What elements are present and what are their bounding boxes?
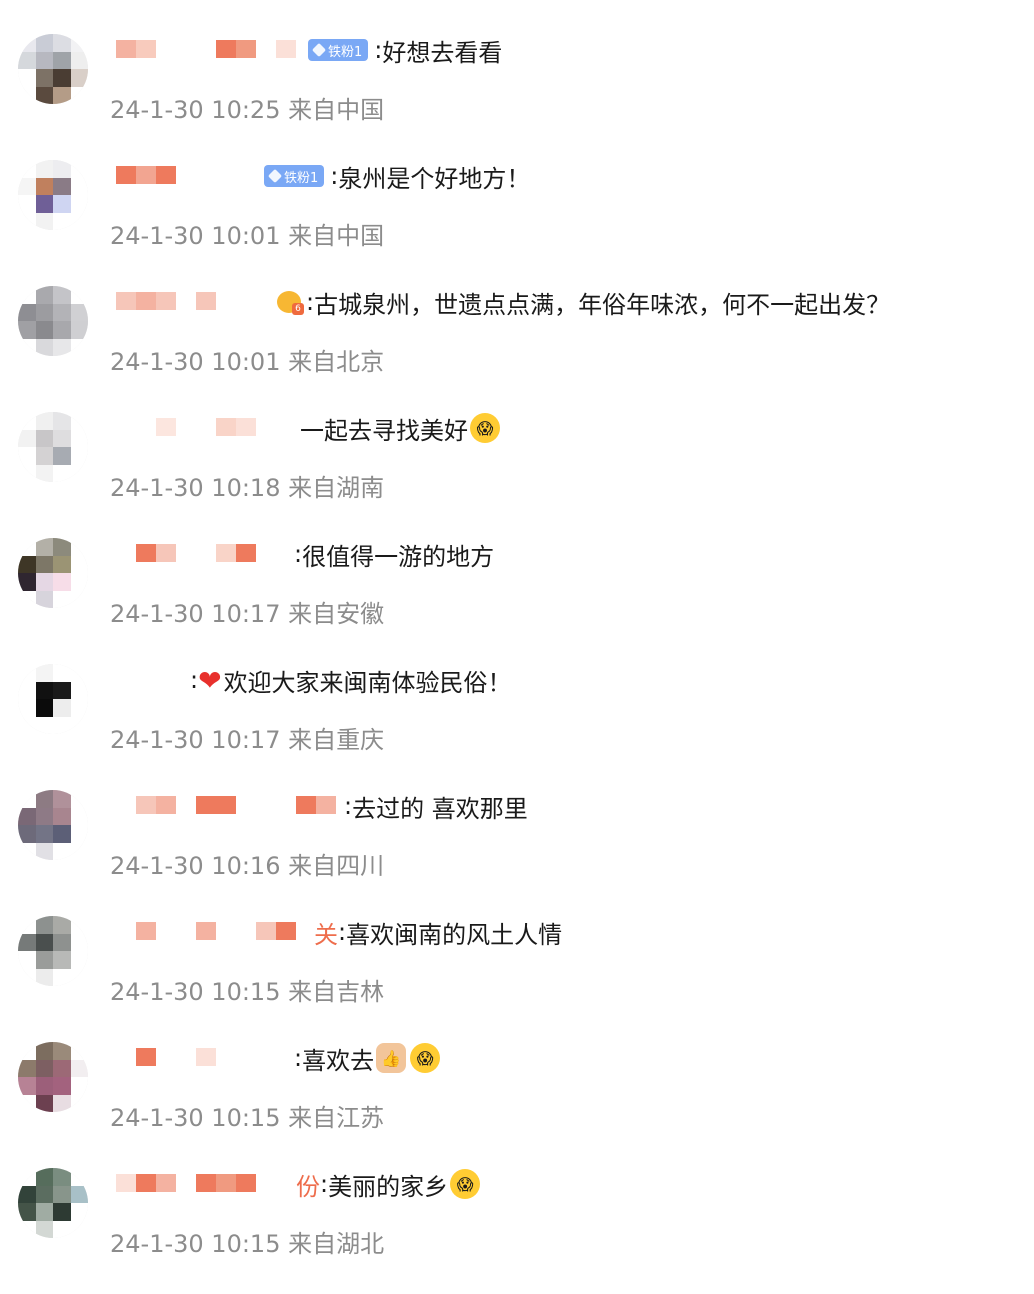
comment-line: 关 : 喜欢闽南的风土人情 [314,915,563,950]
comment-text: 好想去看看 [382,38,503,67]
comment-line: 一起去寻找美好 😱 [300,413,500,445]
comment-item: 6 : 古城泉州，世遗点点满，年俗年味浓，何不一起出发？ 24-1-30 10:0… [0,286,1034,412]
timestamp: 24-1-30 10:01 [110,348,281,376]
comment-meta: 24-1-30 10:15 来自江苏 [110,1098,384,1133]
location: 来自安徽 [288,600,385,628]
comment-item: : 喜欢去 👍 😱 24-1-30 10:15 来自江苏 [0,1042,1034,1168]
timestamp: 24-1-30 10:17 [110,726,281,754]
comment-line: 铁粉1 : 泉州是个好地方！ [264,161,531,193]
comment-text: 喜欢闽南的风土人情 [346,920,563,949]
username-mosaic[interactable] [116,1168,256,1192]
avatar[interactable] [18,790,88,860]
crown-badge-icon: 6 [276,289,304,315]
timestamp: 24-1-30 10:15 [110,1230,281,1258]
location: 来自江苏 [288,1104,385,1132]
timestamp: 24-1-30 10:15 [110,1104,281,1132]
comment-meta: 24-1-30 10:01 来自北京 [110,342,384,377]
comment-line: : 喜欢去 👍 😱 [294,1043,441,1075]
scream-face-icon: 😱 [450,1169,481,1199]
timestamp: 24-1-30 10:01 [110,222,281,250]
location: 来自吉林 [288,978,385,1006]
comment-line: : 去过的 喜欢那里 [344,791,528,823]
comment-item: : ❤ 欢迎大家来闽南体验民俗！ 24-1-30 10:17 来自重庆 [0,664,1034,790]
avatar[interactable] [18,286,88,356]
avatar[interactable] [18,1042,88,1112]
comment-meta: 24-1-30 10:17 来自安徽 [110,594,384,629]
username-mosaic[interactable] [116,538,256,562]
comment-meta: 24-1-30 10:25 来自中国 [110,90,384,125]
comment-text: 去过的 喜欢那里 [352,794,528,823]
avatar[interactable] [18,664,88,734]
username-mosaic[interactable] [116,412,256,436]
comment-line: 铁粉1 : 好想去看看 [308,35,503,67]
avatar[interactable] [18,1168,88,1238]
comment-line: : 很值得一游的地方 [294,539,495,571]
location: 来自重庆 [288,726,385,754]
comment-meta: 24-1-30 10:18 来自湖南 [110,468,384,503]
comment-text: 很值得一游的地方 [302,542,495,571]
timestamp: 24-1-30 10:15 [110,978,281,1006]
comment-text: 喜欢去 [302,1046,375,1075]
comment-item: : 去过的 喜欢那里 24-1-30 10:16 来自四川 [0,790,1034,916]
avatar[interactable] [18,160,88,230]
comment-meta: 24-1-30 10:15 来自吉林 [110,972,384,1007]
comment-item: 铁粉1 : 泉州是个好地方！ 24-1-30 10:01 来自中国 [0,160,1034,286]
timestamp: 24-1-30 10:25 [110,96,281,124]
comment-item: : 很值得一游的地方 24-1-30 10:17 来自安徽 [0,538,1034,664]
comment-item: 铁粉1 : 好想去看看 24-1-30 10:25 来自中国 [0,34,1034,160]
avatar[interactable] [18,412,88,482]
avatar[interactable] [18,916,88,986]
avatar[interactable] [18,34,88,104]
comment-item: 份 : 美丽的家乡 😱 24-1-30 10:15 来自湖北 [0,1168,1034,1294]
username-mosaic[interactable] [116,790,336,814]
location: 来自湖北 [288,1230,385,1258]
diamond-icon [311,42,327,58]
username-mosaic[interactable] [116,34,296,58]
timestamp: 24-1-30 10:18 [110,474,281,502]
location: 来自湖南 [288,474,385,502]
username-mosaic[interactable] [116,286,216,310]
username-tail[interactable]: 关 [314,915,338,950]
comment-meta: 24-1-30 10:15 来自湖北 [110,1224,384,1259]
comment-meta: 24-1-30 10:01 来自中国 [110,216,384,251]
diamond-icon [267,168,283,184]
location: 来自北京 [288,348,385,376]
location: 来自四川 [288,852,385,880]
username-mosaic[interactable] [116,1042,216,1066]
comment-item: 一起去寻找美好 😱 24-1-30 10:18 来自湖南 [0,412,1034,538]
comment-line: : ❤ 欢迎大家来闽南体验民俗！ [190,663,512,697]
comment-line: 6 : 古城泉州，世遗点点满，年俗年味浓，何不一起出发？ [276,287,891,319]
fan-badge: 铁粉1 [264,165,325,187]
comment-item: 关 : 喜欢闽南的风土人情 24-1-30 10:15 来自吉林 [0,916,1034,1042]
timestamp: 24-1-30 10:17 [110,600,281,628]
location: 来自中国 [288,96,385,124]
comment-meta: 24-1-30 10:16 来自四川 [110,846,384,881]
comment-meta: 24-1-30 10:17 来自重庆 [110,720,384,755]
comment-text: 古城泉州，世遗点点满，年俗年味浓，何不一起出发？ [314,290,891,319]
location: 来自中国 [288,222,385,250]
comment-text: 一起去寻找美好 [300,416,468,445]
username-mosaic[interactable] [116,916,296,940]
scream-face-icon: 😱 [470,413,500,443]
comment-text: 欢迎大家来闽南体验民俗！ [223,668,512,697]
heart-icon: ❤ [198,663,222,697]
fan-badge: 铁粉1 [308,39,369,61]
scream-face-icon: 😱 [410,1043,441,1073]
thumbs-up-icon: 👍 [376,1043,407,1073]
avatar[interactable] [18,538,88,608]
comment-text: 美丽的家乡 [328,1172,449,1201]
username-tail[interactable]: 份 [296,1167,320,1202]
username-mosaic[interactable] [116,160,176,184]
comment-line: 份 : 美丽的家乡 😱 [296,1167,481,1202]
timestamp: 24-1-30 10:16 [110,852,281,880]
comment-text: 泉州是个好地方！ [338,164,531,193]
